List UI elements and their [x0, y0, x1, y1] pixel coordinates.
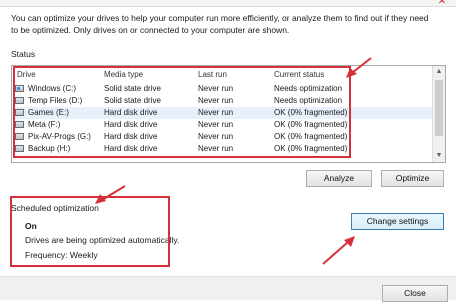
arrow-to-change-settings	[322, 241, 349, 265]
annotation-arrows	[95, 57, 372, 265]
arrow-to-drive-list	[351, 57, 372, 74]
arrow-to-schedule	[101, 185, 126, 201]
